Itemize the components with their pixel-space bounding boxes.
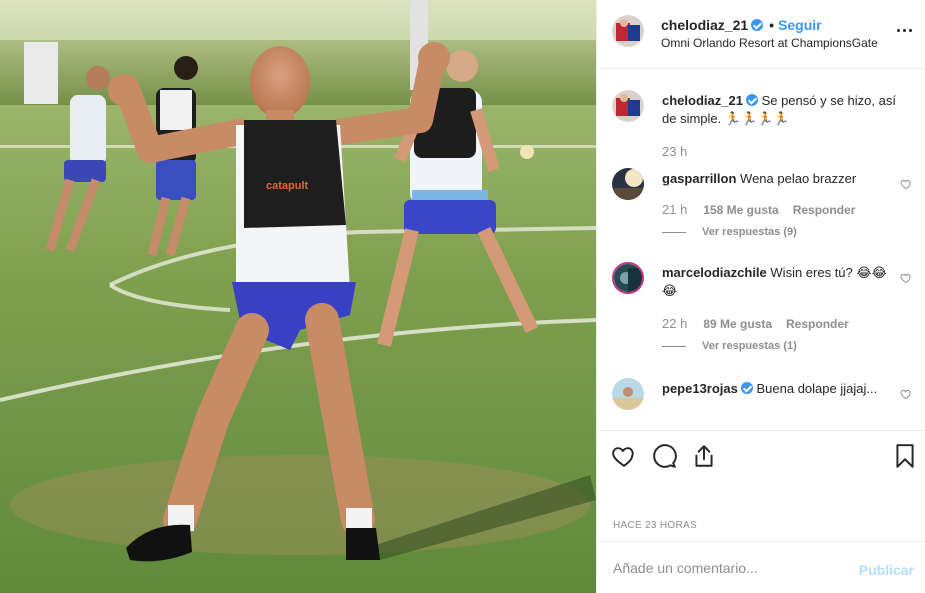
post-side-panel: chelodiaz_21 • Seguir Omni Orlando Resort … xyxy=(596,0,925,593)
comment-meta: 22 h 89 Me gusta Responder xyxy=(662,316,863,331)
caption-body: chelodiaz_21 Se pensó y se hizo, así de … xyxy=(662,92,912,128)
header-username[interactable]: chelodiaz_21 xyxy=(661,17,748,33)
post-timestamp[interactable]: HACE 23 HORAS xyxy=(613,520,697,531)
comment-like-heart-icon[interactable] xyxy=(900,178,912,190)
caption-meta: 23 h xyxy=(662,144,703,159)
reply-button[interactable]: Responder xyxy=(793,203,856,217)
post-actions-bar xyxy=(597,430,925,480)
add-comment-bar: Publicar xyxy=(597,541,925,593)
comment-time[interactable]: 21 h xyxy=(662,202,687,217)
comment-input[interactable] xyxy=(613,556,833,580)
reply-button[interactable]: Responder xyxy=(786,317,849,331)
comment-meta: 21 h 158 Me gusta Responder xyxy=(662,202,869,217)
bookmark-icon[interactable] xyxy=(892,443,918,469)
avatar[interactable] xyxy=(612,15,644,47)
comment-username[interactable]: gasparrillon xyxy=(662,171,736,186)
comments-list: chelodiaz_21 Se pensó y se hizo, así de … xyxy=(597,70,925,430)
comment-username[interactable]: marcelodiazchile xyxy=(662,265,767,280)
comment-likes[interactable]: 89 Me gusta xyxy=(703,317,772,331)
more-options-icon[interactable] xyxy=(895,20,915,40)
publish-button[interactable]: Publicar xyxy=(859,562,914,578)
post-header: chelodiaz_21 • Seguir Omni Orlando Resort … xyxy=(597,0,925,69)
comment-username[interactable]: pepe13rojas xyxy=(662,381,738,396)
shirt-brand-text: catapult xyxy=(266,180,309,192)
view-replies-button[interactable]: Ver respuestas (1) xyxy=(662,340,797,352)
view-replies-button[interactable]: Ver respuestas (9) xyxy=(662,226,797,238)
avatar[interactable] xyxy=(612,378,644,410)
location-link[interactable]: Omni Orlando Resort at ChampionsGate xyxy=(661,36,878,50)
verified-badge-icon xyxy=(740,382,753,394)
avatar[interactable] xyxy=(612,168,644,200)
avatar[interactable] xyxy=(612,262,644,294)
comment-time[interactable]: 22 h xyxy=(662,316,687,331)
post-photo[interactable]: catapult xyxy=(0,0,596,593)
header-user-line: chelodiaz_21 • Seguir xyxy=(661,17,822,33)
caption-time[interactable]: 23 h xyxy=(662,144,687,159)
comment-like-heart-icon[interactable] xyxy=(900,272,912,284)
comment-text: Buena dolape jjajaj... xyxy=(756,381,878,396)
training-photo: catapult xyxy=(0,0,596,593)
instagram-post: catapult chelodiaz_21 • Seguir Omni Orla… xyxy=(0,0,925,593)
comment-like-heart-icon[interactable] xyxy=(900,388,912,400)
comment-text: Wena pelao brazzer xyxy=(740,171,857,186)
comment-body: marcelodiazchile Wisin eres tú? 😂😂😂 xyxy=(662,264,890,300)
avatar[interactable] xyxy=(612,90,644,122)
heart-icon[interactable] xyxy=(611,443,637,469)
comment-body: pepe13rojas Buena dolape jjajaj... xyxy=(662,380,890,398)
verified-badge-icon xyxy=(751,19,764,31)
comment-likes[interactable]: 158 Me gusta xyxy=(703,203,778,217)
verified-badge-icon xyxy=(745,94,758,106)
separator-dot: • xyxy=(769,17,775,33)
caption-username[interactable]: chelodiaz_21 xyxy=(662,93,743,108)
comment-body: gasparrillon Wena pelao brazzer xyxy=(662,170,890,188)
share-icon[interactable] xyxy=(691,443,717,469)
comment-icon[interactable] xyxy=(651,443,677,469)
follow-button[interactable]: Seguir xyxy=(778,17,822,33)
